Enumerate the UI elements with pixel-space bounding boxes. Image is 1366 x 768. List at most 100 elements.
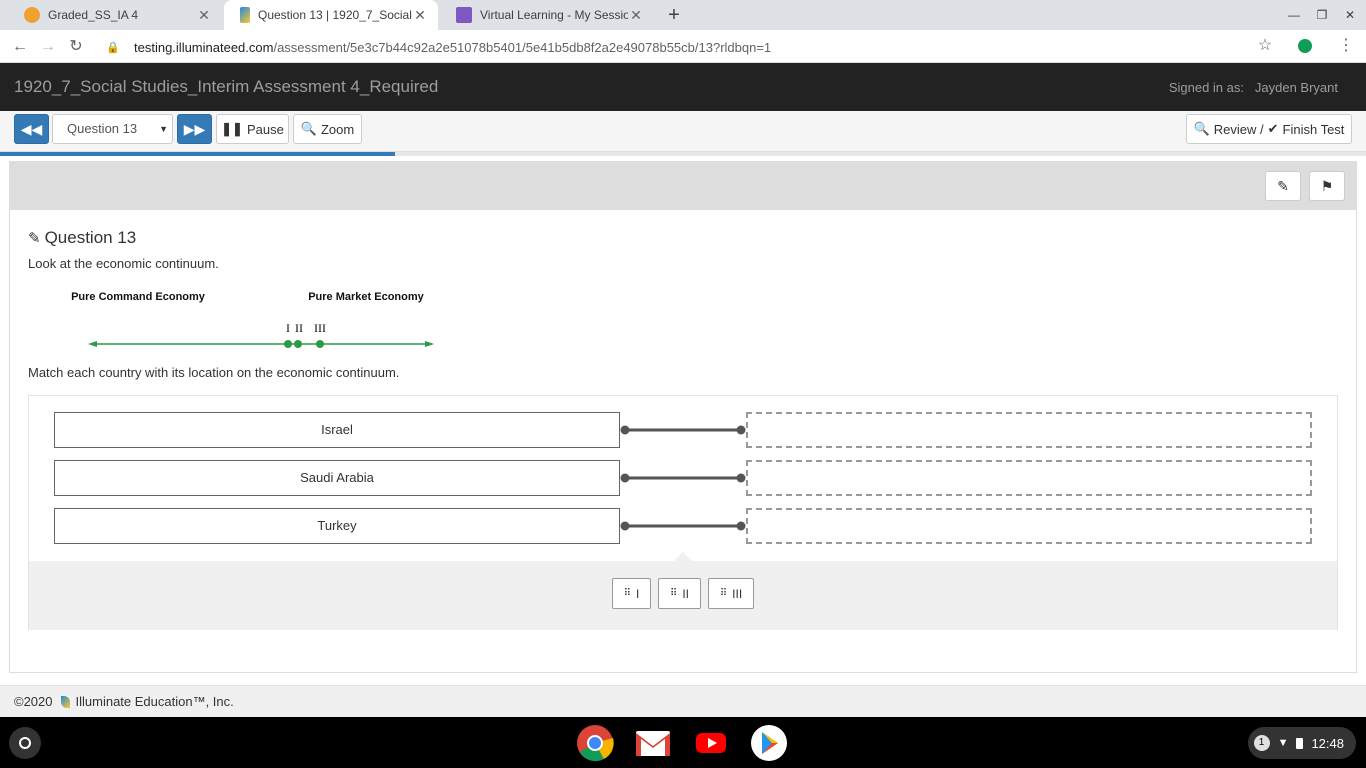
question-panel: ✎ ⚑ ✎ Question 13 Look at the economic c… <box>9 161 1357 673</box>
browser-tab-graded[interactable]: Graded_SS_IA 4 ✕ <box>8 0 222 30</box>
chrome-icon[interactable] <box>576 724 614 762</box>
drop-target-israel[interactable] <box>746 412 1312 448</box>
answer-chip-label: I <box>635 586 640 601</box>
company-name: Illuminate Education™, Inc. <box>75 693 234 709</box>
browser-tab-strip: Graded_SS_IA 4 ✕ Question 13 | 1920_7_So… <box>0 0 1366 30</box>
illuminate-favicon-icon <box>240 7 250 23</box>
os-shelf: 1 ▼ 12:48 <box>0 717 1366 768</box>
pause-icon: ❚❚ <box>221 121 243 136</box>
continuum-left-arrow <box>88 341 97 347</box>
bookmark-star-icon[interactable]: ☆ <box>1254 35 1276 57</box>
clock: 12:48 <box>1311 735 1344 751</box>
gmail-icon[interactable] <box>634 724 672 762</box>
continuum-point-III <box>316 340 324 348</box>
continuum-point-I <box>284 340 292 348</box>
address-bar[interactable]: 🔒 testing.illuminateed.com /assessment/5… <box>98 33 1288 61</box>
flag-button[interactable]: ⚑ <box>1309 171 1345 201</box>
drop-target-saudi-arabia[interactable] <box>746 460 1312 496</box>
close-icon[interactable]: ✕ <box>628 7 644 24</box>
pencil-icon: ✎ <box>28 230 41 247</box>
edit-notes-button[interactable]: ✎ <box>1265 171 1301 201</box>
close-icon[interactable]: ✕ <box>196 7 212 24</box>
browser-tab-virtual-learning[interactable]: Virtual Learning - My Sessions ✕ <box>440 0 654 30</box>
question-instruction: Match each country with its location on … <box>28 365 400 380</box>
browser-menu-icon[interactable]: ⋮ <box>1338 35 1354 57</box>
previous-question-button[interactable]: ◀◀ <box>14 114 49 144</box>
forward-icon[interactable]: → <box>36 35 60 59</box>
youtube-icon[interactable] <box>692 724 730 762</box>
drag-handle-icon: ⠿ <box>670 588 677 599</box>
continuum-marker-label: II <box>295 321 303 335</box>
drag-handle-icon: ⠿ <box>719 588 727 599</box>
user-name: Jayden Bryant <box>1254 80 1338 95</box>
question-prompt: Look at the economic continuum. <box>28 256 219 271</box>
reload-icon[interactable]: ↻ <box>64 35 88 59</box>
rewind-icon: ◀◀ <box>20 120 43 137</box>
match-row: Turkey <box>54 508 1312 544</box>
drop-target-turkey[interactable] <box>746 508 1312 544</box>
continuum-right-label: Pure Market Economy <box>308 291 424 303</box>
connector-line <box>620 473 746 483</box>
tab-favicon-icon <box>456 7 472 23</box>
search-icon: 🔍 <box>300 121 317 136</box>
continuum-right-arrow <box>425 341 434 347</box>
connector-line <box>620 425 746 435</box>
play-store-icon[interactable] <box>750 724 788 762</box>
search-icon: 🔍 <box>1193 121 1210 136</box>
signed-in-label: Signed in as: <box>1168 80 1244 95</box>
drag-handle-icon: ⠿ <box>623 588 631 599</box>
illuminate-logo-icon <box>60 695 70 708</box>
chevron-down-icon: ▼ <box>159 124 168 134</box>
extension-icon[interactable] <box>1298 39 1312 53</box>
restore-icon[interactable]: ❐ <box>1308 0 1336 30</box>
answer-bank: ⠿ I ⠿ II ⠿ III <box>29 552 1337 630</box>
url-host: testing.illuminateed.com <box>134 39 274 55</box>
question-title: Question 13 <box>44 228 137 247</box>
country-box-israel: Israel <box>54 412 620 448</box>
back-icon[interactable]: ← <box>8 35 32 59</box>
copyright-year: ©2020 <box>14 693 53 709</box>
question-select-value: Question 13 <box>67 121 138 136</box>
panel-header: ✎ ⚑ <box>10 162 1356 210</box>
bank-notch <box>674 552 692 561</box>
close-window-icon[interactable]: ✕ <box>1336 0 1364 30</box>
answer-chip-I[interactable]: ⠿ I <box>612 578 651 609</box>
question-select[interactable]: Question 13 ▼ <box>52 114 173 144</box>
question-heading: ✎ Question 13 <box>28 228 136 248</box>
tab-title: Graded_SS_IA 4 <box>48 8 139 22</box>
review-finish-button[interactable]: 🔍 Review / ✔ Finish Test <box>1186 114 1352 144</box>
match-row: Saudi Arabia <box>54 460 1312 496</box>
pause-button[interactable]: ❚❚ Pause <box>216 114 289 144</box>
answer-chip-II[interactable]: ⠿ II <box>658 578 701 609</box>
system-tray[interactable]: 1 ▼ 12:48 <box>1248 727 1356 759</box>
connector-line <box>620 521 746 531</box>
continuum-point-II <box>294 340 302 348</box>
fast-forward-icon: ▶▶ <box>183 120 206 137</box>
check-icon: ✔ <box>1267 121 1279 136</box>
minimize-icon[interactable]: — <box>1280 0 1308 30</box>
tab-title: Question 13 | 1920_7_Social Stu <box>258 8 412 22</box>
continuum-marker-label: I <box>286 321 290 335</box>
matching-area: Israel Saudi Arabia Turkey ⠿ I ⠿ II ⠿ II… <box>28 395 1338 630</box>
zoom-button[interactable]: 🔍 Zoom <box>293 114 362 144</box>
edit-icon: ✎ <box>1277 178 1289 194</box>
tab-favicon-icon <box>24 7 40 23</box>
review-label: Review / <box>1213 121 1264 137</box>
page-footer: ©2020 Illuminate Education™, Inc. <box>0 685 1366 717</box>
new-tab-icon[interactable]: + <box>662 3 686 27</box>
close-icon[interactable]: ✕ <box>412 7 428 24</box>
next-question-button[interactable]: ▶▶ <box>177 114 212 144</box>
tab-title: Virtual Learning - My Sessions <box>480 8 628 22</box>
country-box-turkey: Turkey <box>54 508 620 544</box>
finish-label: Finish Test <box>1282 121 1345 137</box>
battery-icon <box>1296 737 1304 749</box>
zoom-label: Zoom <box>320 121 355 137</box>
wifi-icon: ▼ <box>1277 737 1289 749</box>
match-row: Israel <box>54 412 1312 448</box>
answer-chip-label: II <box>682 586 689 601</box>
answer-chip-III[interactable]: ⠿ III <box>708 578 754 609</box>
flag-icon: ⚑ <box>1320 178 1334 194</box>
browser-tab-question[interactable]: Question 13 | 1920_7_Social Stu ✕ <box>224 0 438 30</box>
launcher-icon[interactable] <box>9 727 41 759</box>
country-box-saudi-arabia: Saudi Arabia <box>54 460 620 496</box>
